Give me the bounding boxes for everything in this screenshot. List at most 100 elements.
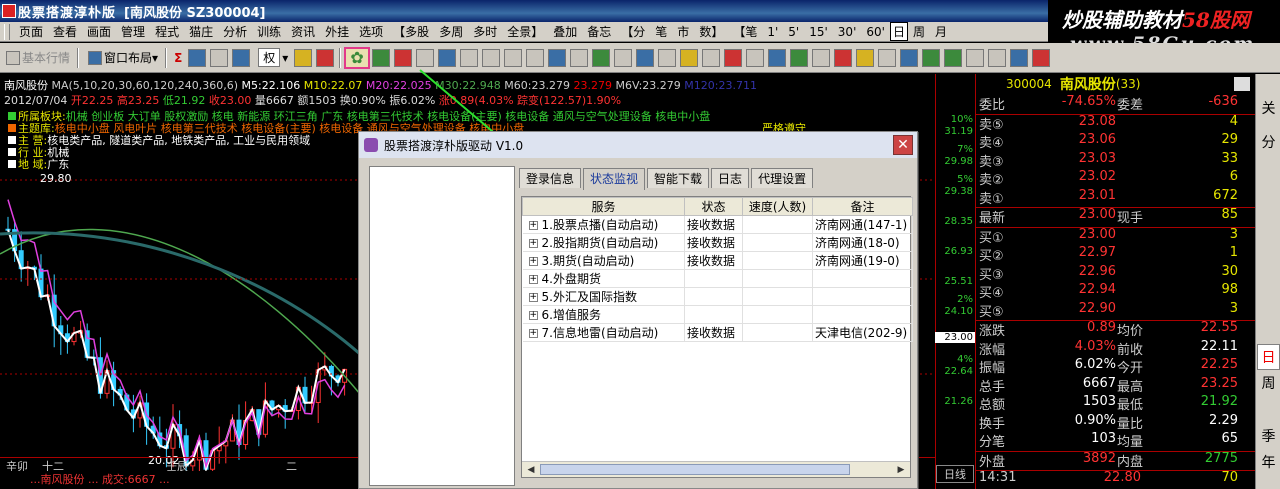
menu-item[interactable]: 月 — [930, 23, 952, 40]
menu-item[interactable]: 5' — [783, 25, 804, 39]
menu-item[interactable]: 笔 — [650, 23, 672, 40]
side-tab[interactable]: 年 — [1257, 450, 1280, 476]
side-tab[interactable]: 日 — [1257, 344, 1280, 370]
menu-item[interactable]: 市 — [672, 23, 694, 40]
menu-item[interactable]: 页面 — [14, 23, 48, 40]
pen-icon[interactable] — [294, 48, 313, 67]
dialog-tab[interactable]: 状态监视 — [583, 168, 646, 190]
menu-item[interactable]: 周 — [908, 23, 930, 40]
sheet-icon[interactable] — [635, 48, 654, 67]
service-row[interactable]: +2.股指期货(自动启动) 接收数据 济南网通(18-0) — [522, 233, 913, 252]
horizontal-scrollbar[interactable]: ◀ ▶ — [522, 461, 910, 477]
stop-icon[interactable] — [833, 48, 852, 67]
driver-settings-button[interactable]: ✿ — [344, 46, 370, 69]
expand-icon[interactable]: + — [528, 275, 538, 284]
expand-icon[interactable]: + — [528, 239, 538, 248]
service-row[interactable]: +4.外盘期货 — [522, 269, 913, 288]
menu-item[interactable]: 30' — [833, 25, 862, 39]
menu-item[interactable]: 多时 — [468, 23, 502, 40]
menu-item[interactable]: 管理 — [116, 23, 150, 40]
save-icon[interactable] — [877, 48, 896, 67]
magnify-icon[interactable] — [1009, 48, 1028, 67]
f10-icon[interactable] — [503, 48, 522, 67]
note-icon[interactable] — [855, 48, 874, 67]
dialog-tab[interactable]: 智能下载 — [647, 168, 710, 188]
menu-item[interactable]: 60' — [861, 25, 890, 39]
menu-item[interactable]: 数】 — [694, 23, 728, 40]
side-tab[interactable]: 周 — [1257, 371, 1280, 397]
service-row[interactable]: +5.外汇及国际指数 — [522, 287, 913, 306]
menu-item[interactable]: 【笔 — [728, 23, 762, 40]
column-header[interactable]: 速度(人数) — [742, 197, 813, 216]
chart-type-icon[interactable] — [188, 48, 207, 67]
window-icon[interactable] — [210, 48, 229, 67]
side-tab[interactable]: 分 — [1257, 130, 1280, 156]
service-row[interactable]: +1.股票点播(自动启动) 接收数据 济南网通(147-1) — [522, 215, 913, 234]
up-arrow-icon[interactable] — [965, 48, 984, 67]
back-arrow-icon[interactable] — [921, 48, 940, 67]
expand-icon[interactable]: + — [528, 293, 538, 302]
doc-icon[interactable] — [569, 48, 588, 67]
expand-icon[interactable]: + — [528, 329, 538, 338]
stock-list-button[interactable]: 基本行情 — [0, 47, 74, 69]
menu-item[interactable]: 程式 — [150, 23, 184, 40]
dialog-tab[interactable]: 日志 — [711, 168, 750, 188]
zoom-icon[interactable] — [232, 48, 251, 67]
side-tab[interactable]: 季 — [1257, 424, 1280, 450]
grid-icon[interactable] — [437, 48, 456, 67]
monitor-icon[interactable] — [767, 48, 786, 67]
menu-item[interactable]: 训练 — [252, 23, 286, 40]
menu-item[interactable]: 查看 — [48, 23, 82, 40]
list-view-icon[interactable] — [415, 48, 434, 67]
expand-icon[interactable]: + — [528, 221, 538, 230]
calc-icon[interactable] — [481, 48, 500, 67]
scroll-thumb[interactable] — [540, 464, 850, 475]
left-list-panel[interactable] — [369, 166, 515, 486]
forward-arrow-icon[interactable] — [943, 48, 962, 67]
print-icon[interactable] — [701, 48, 720, 67]
mail-icon[interactable] — [657, 48, 676, 67]
menu-item[interactable]: 15' — [804, 25, 833, 39]
cycle-label[interactable]: 日线 — [936, 465, 974, 483]
service-row[interactable]: +3.期货(自动启动) 接收数据 济南网通(19-0) — [522, 251, 913, 270]
column-header[interactable]: 服务 — [522, 197, 685, 216]
filter-icon[interactable] — [613, 48, 632, 67]
side-tab[interactable]: 关 — [1257, 96, 1280, 122]
warn-icon[interactable] — [723, 48, 742, 67]
f11-icon[interactable] — [525, 48, 544, 67]
service-row[interactable]: +6.增值服务 — [522, 305, 913, 324]
menu-item[interactable]: 全景】 — [502, 23, 548, 40]
table-icon[interactable] — [459, 48, 478, 67]
column-header[interactable]: 备注 — [812, 197, 913, 216]
info-icon[interactable] — [547, 48, 566, 67]
scroll-right-icon[interactable]: ▶ — [894, 464, 908, 476]
tool-icon[interactable] — [316, 48, 335, 67]
menu-item[interactable]: 日 — [889, 22, 908, 41]
menu-item[interactable]: 备忘 — [582, 23, 616, 40]
menu-item[interactable]: 叠加 — [548, 23, 582, 40]
menu-item[interactable]: 画面 — [82, 23, 116, 40]
service-row[interactable]: +7.信息地雷(自动启动) 接收数据 天津电信(202-9) — [522, 323, 913, 342]
scroll-left-icon[interactable]: ◀ — [524, 464, 538, 476]
menu-item[interactable]: 【多股 — [388, 23, 434, 40]
f10-info-icon[interactable] — [1234, 77, 1250, 91]
menu-item[interactable]: 多周 — [434, 23, 468, 40]
menu-item[interactable]: 猫庄 — [184, 23, 218, 40]
quan-select[interactable]: 权 ▾ — [252, 47, 292, 69]
flag-icon[interactable] — [393, 48, 412, 67]
expand-icon[interactable]: + — [528, 257, 538, 266]
help-icon[interactable] — [811, 48, 830, 67]
exit-icon[interactable] — [1031, 48, 1050, 67]
bell-icon[interactable] — [745, 48, 764, 67]
expand-icon[interactable]: + — [528, 311, 538, 320]
sigma-button[interactable]: Σ — [170, 47, 186, 69]
dialog-titlebar[interactable]: 股票搭渡淳朴版驱动 V1.0 — [359, 132, 917, 158]
down-arrow-icon[interactable] — [987, 48, 1006, 67]
star-icon[interactable] — [679, 48, 698, 67]
dialog-tab[interactable]: 代理设置 — [751, 168, 814, 188]
indicator-icon[interactable] — [371, 48, 390, 67]
menu-item[interactable]: 【分 — [616, 23, 650, 40]
menu-item[interactable]: 分析 — [218, 23, 252, 40]
dialog-tab[interactable]: 登录信息 — [519, 168, 582, 188]
menu-item[interactable]: 选项 — [354, 23, 388, 40]
